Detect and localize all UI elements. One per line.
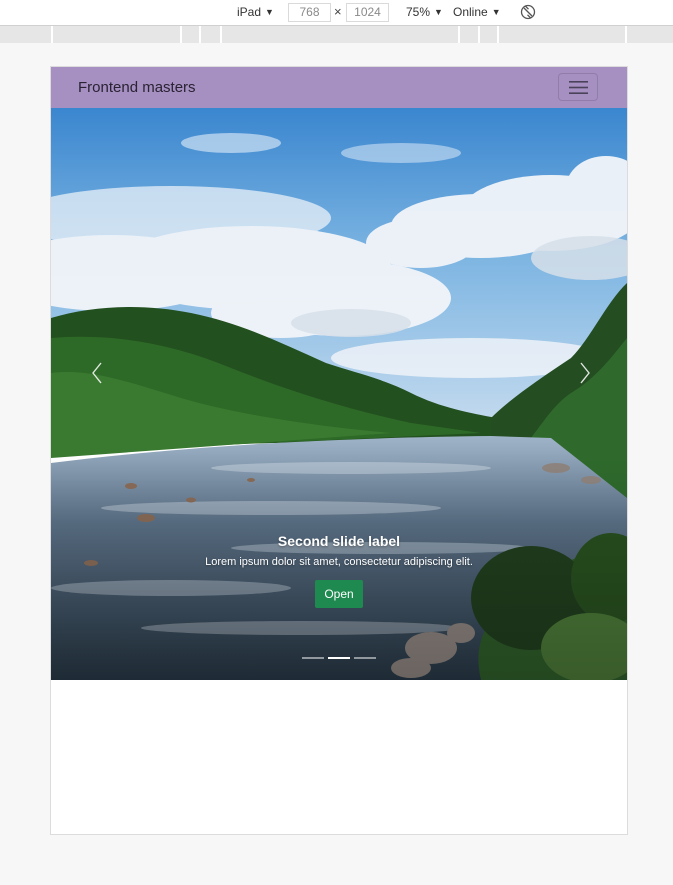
device-select[interactable]: iPad ▼ bbox=[237, 4, 274, 21]
navbar-toggler-button[interactable] bbox=[558, 73, 598, 101]
open-button[interactable]: Open bbox=[315, 580, 363, 608]
media-query-segment[interactable] bbox=[180, 26, 199, 43]
zoom-select[interactable]: 75% ▼ bbox=[406, 4, 443, 21]
navbar-brand[interactable]: Frontend masters bbox=[78, 79, 196, 96]
network-throttle-select[interactable]: Online ▼ bbox=[453, 4, 501, 21]
media-query-segment[interactable] bbox=[199, 26, 220, 43]
carousel-indicators bbox=[51, 657, 627, 663]
network-select-label: Online bbox=[453, 5, 488, 19]
caret-down-icon: ▼ bbox=[434, 7, 443, 17]
chevron-left-icon bbox=[92, 362, 102, 384]
media-query-ruler[interactable] bbox=[0, 26, 673, 43]
carousel-caption: Second slide label Lorem ipsum dolor sit… bbox=[51, 533, 627, 608]
carousel-indicator[interactable] bbox=[302, 657, 324, 659]
media-query-segment[interactable] bbox=[51, 26, 180, 43]
media-query-segment[interactable] bbox=[478, 26, 497, 43]
carousel-indicator-active[interactable] bbox=[328, 657, 350, 659]
height-input[interactable]: 1024 bbox=[346, 3, 389, 22]
caret-down-icon: ▼ bbox=[265, 7, 274, 17]
slide-description: Lorem ipsum dolor sit amet, consectetur … bbox=[205, 556, 473, 568]
device-select-label: iPad bbox=[237, 5, 262, 19]
devtools-device-toolbar: iPad ▼ 768 × 1024 75% ▼ Online ▼ bbox=[0, 0, 673, 26]
media-query-segment[interactable] bbox=[497, 26, 625, 43]
caret-down-icon: ▼ bbox=[491, 7, 501, 17]
dimension-separator: × bbox=[334, 4, 342, 19]
media-query-segment[interactable] bbox=[458, 26, 478, 43]
carousel: Second slide label Lorem ipsum dolor sit… bbox=[51, 108, 627, 680]
rotate-icon[interactable] bbox=[519, 3, 537, 21]
carousel-prev-button[interactable] bbox=[83, 358, 113, 388]
hamburger-icon bbox=[569, 81, 588, 94]
media-query-segment[interactable] bbox=[220, 26, 458, 43]
device-viewport: Frontend masters Second slide label Lore… bbox=[50, 66, 628, 835]
media-query-segment[interactable] bbox=[625, 26, 673, 43]
navbar: Frontend masters bbox=[51, 67, 627, 108]
slide-title: Second slide label bbox=[277, 533, 401, 549]
carousel-indicator[interactable] bbox=[354, 657, 376, 659]
chevron-right-icon bbox=[580, 362, 590, 384]
width-input[interactable]: 768 bbox=[288, 3, 331, 22]
zoom-select-label: 75% bbox=[406, 5, 431, 19]
carousel-next-button[interactable] bbox=[569, 358, 599, 388]
